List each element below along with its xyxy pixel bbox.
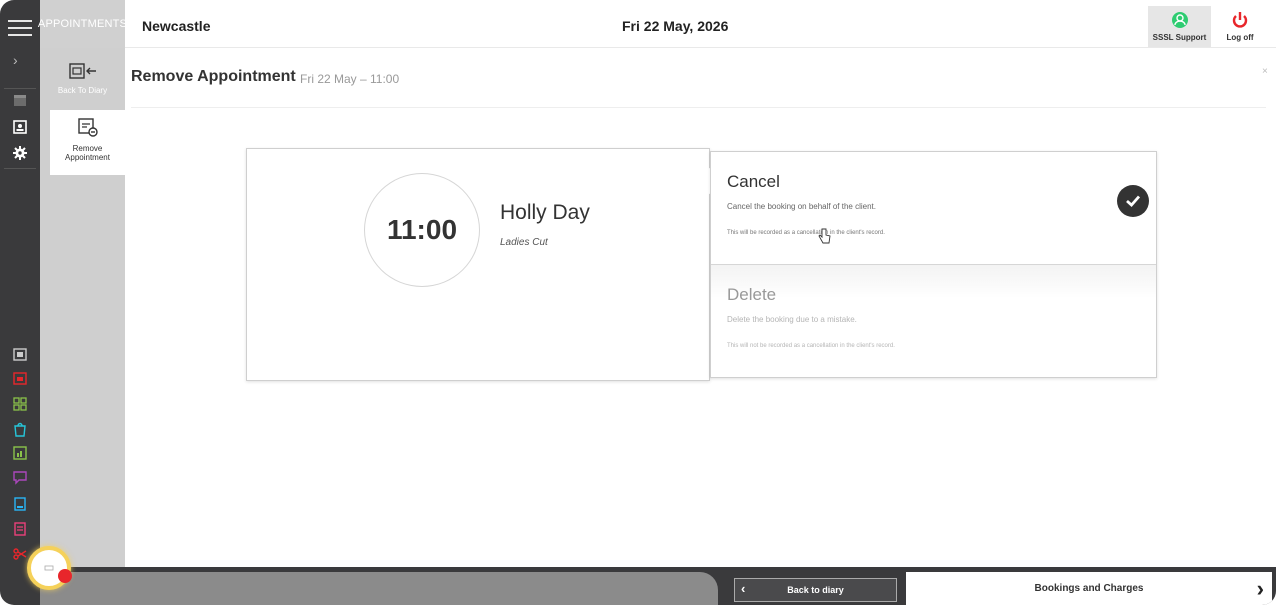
recorder-icon (44, 565, 54, 571)
bookings-label: Bookings and Charges (1034, 583, 1144, 594)
footer-bar: ‹ Back to diary Bookings and Charges › (40, 567, 1276, 605)
grid-green-icon[interactable] (10, 394, 30, 414)
report-icon[interactable] (10, 443, 30, 463)
location-name: Newcastle (142, 18, 211, 34)
calendar-back-icon (68, 63, 96, 79)
header: Newcastle Fri 22 May, 2026 SSSL Support … (125, 0, 1276, 48)
service-name: Ladies Cut (500, 237, 548, 248)
icon-rail: › (0, 0, 40, 605)
selected-check-icon (1117, 185, 1149, 217)
diary-icon[interactable] (10, 90, 30, 110)
hand-cursor-icon (818, 228, 831, 244)
expand-chevron-icon[interactable]: › (13, 52, 18, 68)
removal-options: Cancel Cancel the booking on behalf of t… (710, 151, 1157, 378)
invoice-icon[interactable] (10, 519, 30, 539)
rail-divider (4, 88, 36, 89)
back-to-diary-button[interactable]: ‹ Back to diary (734, 578, 897, 602)
current-date: Fri 22 May, 2026 (622, 18, 729, 34)
bookings-and-charges-button[interactable]: Bookings and Charges › (906, 572, 1272, 605)
option-note: This will not be recorded as a cancellat… (727, 343, 895, 349)
shopping-bag-icon[interactable] (10, 419, 30, 439)
sidebar-item-label: Back To Diary (57, 86, 108, 95)
sidebar-item-label: Remove Appointment (65, 144, 110, 162)
calendar-remove-icon (77, 118, 98, 137)
appointments-sidebar: APPOINTMENTS Back To Diary Remove Appoin… (38, 0, 127, 605)
option-description: Delete the booking due to a mistake. (727, 315, 857, 324)
calendar-red-icon[interactable] (10, 368, 30, 388)
support-user-icon (1171, 12, 1188, 28)
support-button[interactable]: SSSL Support (1148, 6, 1211, 47)
option-delete[interactable]: Delete Delete the booking due to a mista… (711, 265, 1156, 377)
chevron-right-icon: › (1256, 576, 1264, 601)
sidebar-item-back-to-diary[interactable]: Back To Diary (40, 56, 125, 108)
title-divider (131, 107, 1266, 108)
document-icon[interactable] (10, 494, 30, 514)
floating-action-button[interactable] (27, 546, 71, 590)
support-label: SSSL Support (1152, 33, 1207, 42)
logoff-label: Log off (1226, 33, 1254, 42)
app-window: › APPOINTMENTS Back To Diary Remove Appo… (0, 0, 1276, 605)
client-name: Holly Day (500, 201, 590, 224)
menu-icon[interactable] (8, 20, 32, 36)
footer-panel (40, 572, 718, 605)
sidebar-section-title: APPOINTMENTS (38, 0, 127, 48)
option-note: This will be recorded as a cancellation … (727, 230, 885, 236)
option-cancel[interactable]: Cancel Cancel the booking on behalf of t… (711, 152, 1156, 265)
record-indicator-icon (58, 569, 72, 583)
client-card-icon[interactable] (10, 117, 30, 137)
option-description: Cancel the booking on behalf of the clie… (727, 202, 876, 211)
sidebar-item-remove-appointment[interactable]: Remove Appointment (50, 110, 125, 175)
logoff-button[interactable]: Log off (1215, 6, 1265, 47)
option-name: Delete (727, 285, 777, 304)
option-name: Cancel (727, 172, 780, 191)
settings-gear-icon[interactable] (10, 143, 30, 163)
appointment-time: 11:00 (364, 173, 480, 287)
appointment-card: 11:00 Holly Day Ladies Cut (246, 148, 710, 381)
message-icon[interactable] (10, 468, 30, 488)
calendar-grey-icon[interactable] (10, 344, 30, 364)
power-icon (1232, 12, 1248, 28)
close-icon[interactable]: × (1262, 66, 1268, 77)
chevron-left-icon: ‹ (741, 581, 746, 596)
page-subtitle: Fri 22 May – 11:00 (300, 72, 400, 86)
rail-divider (4, 168, 36, 169)
page-title: Remove Appointment (131, 68, 296, 85)
back-to-diary-label: Back to diary (787, 585, 844, 595)
